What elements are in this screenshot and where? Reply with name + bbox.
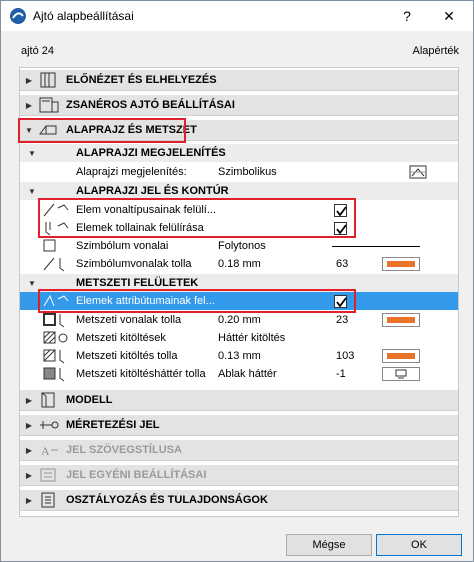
expand-arrow-icon[interactable]: ▶ [20,76,38,85]
pen-number[interactable]: 63 [336,258,348,270]
cut-line-pen-icon [43,313,65,328]
row-label: Metszeti kitöltésháttér tolla [76,368,206,380]
section-dimension-marker[interactable]: ▶ MÉRETEZÉSI JEL [20,415,458,436]
collapse-arrow-icon[interactable]: ▼ [28,187,36,196]
window-background-swatch[interactable] [382,367,420,381]
model-3d-icon [41,392,55,408]
section-label: ZSANÉROS AJTÓ BEÁLLÍTÁSAI [66,99,235,111]
pen-number[interactable]: 103 [336,350,354,362]
row-display-mode[interactable]: Alaprajzi megjelenítés: Szimbolikus [20,163,458,181]
svg-text:A: A [41,444,50,458]
row-cut-line-pen[interactable]: Metszeti vonalak tolla 0.20 mm 23 [20,311,458,329]
fill-pen-icon [43,349,65,364]
preset-label[interactable]: Alapérték [413,45,459,57]
dialog-window: Ajtó alapbeállításai ? ✕ ajtó 24 Alapért… [0,0,474,562]
expand-arrow-icon[interactable]: ▶ [20,496,38,505]
title-bar: Ajtó alapbeállításai ? ✕ [1,1,473,31]
highlight-symbol-overrides [38,198,356,238]
section-label: JEL EGYÉNI BEÁLLÍTÁSAI [66,469,207,481]
row-value[interactable]: Folytonos [218,240,266,252]
section-label: ELŐNÉZET ÉS ELHELYEZÉS [66,74,217,86]
window-title: Ajtó alapbeállításai [33,9,134,23]
display-symbol-icon [409,165,427,179]
subsection-label: ALAPRAJZI MEGJELENÍTÉS [76,147,226,159]
section-marker-text-style[interactable]: ▶ A JEL SZÖVEGSTÍLUSA [20,440,458,461]
expand-arrow-icon[interactable]: ▶ [20,446,38,455]
hatch-fill-icon [43,331,68,344]
highlight-attribute-override [38,289,356,313]
row-value: 0.20 mm [218,314,261,326]
header-row: ajtó 24 Alapérték [21,45,459,57]
line-type-icon [43,239,56,252]
custom-settings-icon [40,468,56,482]
section-label: JEL SZÖVEGSTÍLUSA [66,444,182,456]
line-preview [332,246,420,247]
row-value: 0.18 mm [218,258,261,270]
row-label: Szimbólum vonalai [76,240,169,252]
row-value[interactable]: Háttér kitöltés [218,332,285,344]
row-label: Szimbólumvonalak tolla [76,258,192,270]
section-classification-properties[interactable]: ▶ OSZTÁLYOZÁS ÉS TULAJDONSÁGOK [20,490,458,511]
app-logo-icon [10,8,26,24]
pen-number[interactable]: -1 [336,368,346,380]
pen-icon [43,257,65,272]
row-label: Alaprajzi megjelenítés: [76,166,187,178]
pen-color-swatch[interactable] [382,257,420,271]
row-label: Metszeti kitöltések [76,332,166,344]
row-value[interactable]: Szimbolikus [218,166,277,178]
section-preview[interactable]: ▶ ELŐNÉZET ÉS ELHELYEZÉS [20,70,458,91]
ok-button[interactable]: OK [376,534,462,556]
preview-placement-icon [40,72,56,88]
monitor-icon [395,369,407,379]
row-value: 0.13 mm [218,350,261,362]
section-hinged-door[interactable]: ▶ ZSANÉROS AJTÓ BEÁLLÍTÁSAI [20,95,458,116]
help-button[interactable]: ? [387,1,427,31]
pen-number[interactable]: 23 [336,314,348,326]
hinged-door-icon [39,97,59,113]
row-symbol-lines[interactable]: Szimbólum vonalai Folytonos [20,237,458,255]
classification-icon [41,492,55,508]
expand-arrow-icon[interactable]: ▶ [20,101,38,110]
row-cut-background-pen[interactable]: Metszeti kitöltésháttér tolla Ablak hátt… [20,365,458,383]
settings-panel: ▶ ELŐNÉZET ÉS ELHELYEZÉS ▶ ZSANÉROS AJTÓ… [18,67,459,517]
row-label: Metszeti kitöltés tolla [76,350,178,362]
row-symbol-pen[interactable]: Szimbólumvonalak tolla 0.18 mm 63 [20,255,458,273]
cancel-button[interactable]: Mégse [286,534,372,556]
pen-color-swatch[interactable] [382,349,420,363]
section-marker-custom-settings[interactable]: ▶ JEL EGYÉNI BEÁLLÍTÁSAI [20,465,458,486]
section-label: MÉRETEZÉSI JEL [66,419,160,431]
text-style-icon: A [41,444,58,458]
collapse-arrow-icon[interactable]: ▼ [28,149,36,158]
expand-arrow-icon[interactable]: ▶ [20,421,38,430]
element-id-label: ajtó 24 [21,45,55,57]
close-button[interactable]: ✕ [429,1,469,31]
subsection-label: METSZETI FELÜLETEK [76,277,199,289]
section-label: MODELL [66,394,113,406]
dimension-marker-icon [40,421,59,429]
section-model[interactable]: ▶ MODELL [20,390,458,411]
row-cut-fill-pen[interactable]: Metszeti kitöltés tolla 0.13 mm 103 [20,347,458,365]
section-label: OSZTÁLYOZÁS ÉS TULAJDONSÁGOK [66,494,268,506]
expand-arrow-icon[interactable]: ▶ [20,471,38,480]
row-label: Metszeti vonalak tolla [76,314,182,326]
row-cut-fills[interactable]: Metszeti kitöltések Háttér kitöltés [20,329,458,347]
background-pen-icon [43,367,65,382]
expand-arrow-icon[interactable]: ▶ [20,396,38,405]
collapse-arrow-icon[interactable]: ▼ [28,279,36,288]
subsection-display[interactable]: ▼ ALAPRAJZI MEGJELENÍTÉS [20,144,458,162]
highlight-floorplan-section [18,118,186,143]
pen-color-swatch[interactable] [382,313,420,327]
subsection-label: ALAPRAJZI JEL ÉS KONTÚR [76,185,229,197]
row-value: Ablak háttér [218,368,277,380]
